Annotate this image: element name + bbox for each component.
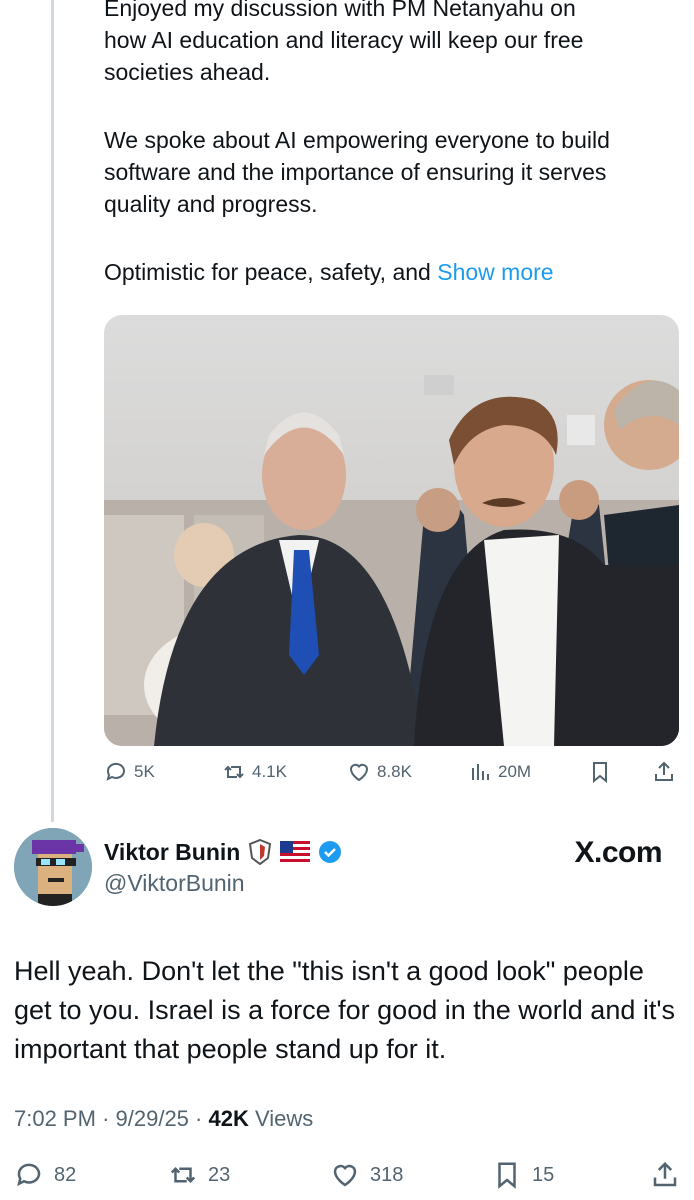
reply-icon (106, 762, 125, 781)
views-total: 42K (208, 1106, 249, 1131)
separator: · (102, 1106, 116, 1131)
reply-button[interactable]: 82 (14, 1160, 76, 1190)
like-icon (349, 763, 369, 782)
share-button[interactable] (652, 760, 676, 784)
views-count: 20M (498, 762, 532, 781)
bookmark-button[interactable]: 15 (492, 1160, 554, 1190)
post-photo[interactable] (104, 315, 679, 746)
quoted-post-text: Enjoyed my discussion with PM Netanyahu … (104, 0, 684, 288)
post-date[interactable]: 9/29/25 (116, 1106, 189, 1131)
cryptopunk-avatar-image (14, 828, 92, 906)
views-button[interactable]: 20M (468, 760, 531, 784)
quoted-post-action-bar: 5K 4.1K 8.8K 20M (104, 760, 679, 790)
like-icon (333, 1164, 357, 1187)
like-button[interactable]: 318 (330, 1160, 403, 1190)
reply-count: 82 (54, 1163, 77, 1186)
shield-badge-icon (249, 838, 272, 866)
show-more-link[interactable]: Show more (437, 259, 553, 285)
text-line: software and the importance of ensuring … (104, 159, 607, 185)
share-button[interactable] (650, 1160, 680, 1190)
repost-icon (170, 1166, 196, 1184)
reply-button[interactable]: 5K (104, 760, 155, 784)
reply-count: 5K (134, 762, 155, 781)
us-flag-icon (280, 841, 311, 863)
like-count: 318 (370, 1163, 404, 1186)
text-line: how AI education and literacy will keep … (104, 27, 584, 53)
display-name[interactable]: Viktor Bunin (104, 839, 240, 866)
reply-icon (17, 1163, 41, 1187)
share-icon (653, 1161, 677, 1187)
text-line: societies ahead. (104, 59, 271, 85)
bookmark-button[interactable] (588, 760, 612, 784)
repost-button[interactable]: 4.1K (222, 760, 287, 784)
separator: · (195, 1106, 209, 1131)
text-line: Optimistic for peace, safety, and Show m… (104, 256, 684, 288)
like-count: 8.8K (377, 762, 412, 781)
views-label: Views (254, 1106, 314, 1131)
avatar[interactable] (14, 828, 92, 906)
reply-post-action-bar: 82 23 318 15 (14, 1160, 684, 1196)
post-metadata: 7:02 PM · 9/29/25 · 42K Views (14, 1106, 313, 1132)
text-line: quality and progress. (104, 191, 318, 217)
repost-count: 23 (208, 1163, 231, 1186)
author-handle[interactable]: @ViktorBunin (104, 870, 245, 897)
post-time[interactable]: 7:02 PM (14, 1106, 96, 1131)
author-name-row[interactable]: Viktor Bunin (104, 838, 342, 866)
reply-post-text: Hell yeah. Don't let the "this isn't a g… (14, 956, 676, 1064)
bookmark-icon (593, 762, 607, 784)
thread-connector-line (51, 0, 54, 822)
bookmark-icon (498, 1162, 516, 1189)
bookmark-count: 15 (532, 1163, 555, 1186)
repost-icon (224, 765, 244, 779)
like-button[interactable]: 8.8K (347, 760, 412, 784)
views-icon (472, 764, 489, 780)
repost-button[interactable]: 23 (168, 1160, 230, 1190)
text-fragment: Optimistic for peace, safety, and (104, 259, 438, 285)
source-watermark: X.com (574, 836, 662, 869)
text-line: Enjoyed my discussion with PM Netanyahu … (104, 0, 576, 21)
verified-badge-icon (319, 841, 342, 863)
repost-count: 4.1K (252, 762, 287, 781)
text-line: We spoke about AI empowering everyone to… (104, 127, 610, 153)
share-icon (655, 761, 673, 781)
